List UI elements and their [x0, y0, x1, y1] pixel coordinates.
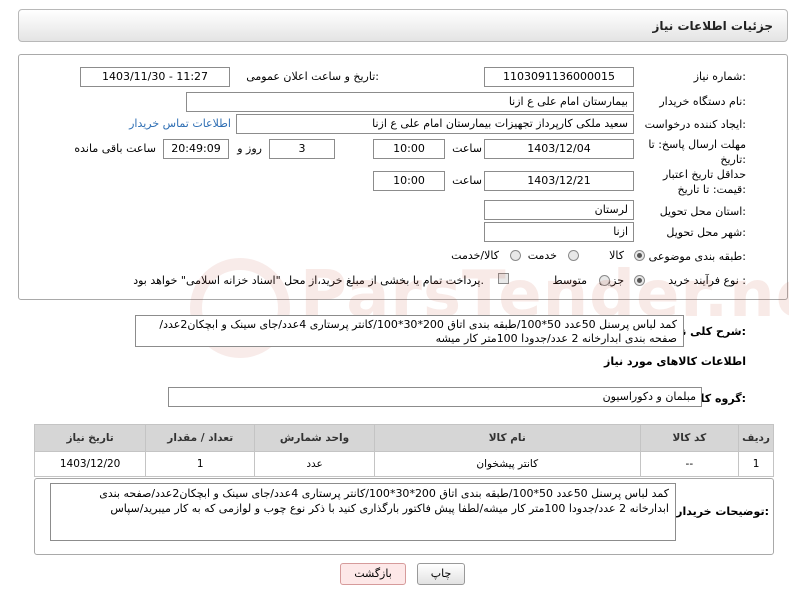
category-goods-service-radio[interactable] [510, 250, 521, 261]
page-header: جزئیات اطلاعات نیاز [18, 9, 788, 42]
cell-qty: 1 [145, 451, 256, 477]
process-minor-radio[interactable] [634, 275, 645, 286]
buyer-contact-link[interactable]: اطلاعات تماس خریدار [129, 117, 231, 130]
cell-code: -- [639, 451, 740, 477]
announce-date-label: تاریخ و ساعت اعلان عمومی: [246, 70, 379, 83]
col-qty-header: تعداد / مقدار [145, 424, 256, 452]
category-label: طبقه بندی موضوعی: [648, 250, 746, 263]
price-time-field: 10:00 [373, 171, 445, 191]
col-unit-header: واحد شمارش [254, 424, 375, 452]
col-row-header: ردیف [738, 424, 774, 452]
price-time-label: ساعت [452, 174, 482, 187]
buyer-org-field: بیمارستان امام علی ع ازنا [186, 92, 634, 112]
reply-date-field: 1403/12/04 [484, 139, 634, 159]
city-label: شهر محل تحویل: [666, 226, 746, 239]
back-button[interactable]: بازگشت [340, 563, 406, 585]
goods-table: ردیف کد کالا نام کالا واحد شمارش تعداد /… [33, 424, 774, 477]
creator-label: ایجاد کننده درخواست: [644, 118, 746, 131]
goods-group-field: مبلمان و دکوراسیون [168, 387, 702, 407]
category-goods-service-label: کالا/خدمت [451, 249, 499, 262]
cell-row: 1 [738, 451, 774, 477]
buyer-org-label: نام دستگاه خریدار: [659, 95, 746, 108]
reply-deadline-label: مهلت ارسال پاسخ: تا تاریخ: [648, 138, 746, 166]
price-date-field: 1403/12/21 [484, 171, 634, 191]
process-medium-label: متوسط [552, 274, 587, 287]
page-title: جزئیات اطلاعات نیاز [652, 19, 773, 33]
reply-time-label: ساعت [452, 142, 482, 155]
treasury-payment-note: پرداخت تمام یا بخشی از مبلغ خرید،از محل … [133, 274, 484, 287]
creator-field: سعید ملکی کارپرداز تجهیزات بیمارستان اما… [236, 114, 634, 134]
category-service-radio[interactable] [568, 250, 579, 261]
goods-info-title: اطلاعات کالاهای مورد نیاز [604, 355, 746, 368]
cell-date: 1403/12/20 [33, 451, 147, 477]
process-type-label: نوع فرآیند خرید : [668, 274, 746, 287]
col-date-header: تاریخ نیاز [33, 424, 147, 452]
print-button[interactable]: چاپ [417, 563, 465, 585]
buyer-notes-label: توضیحات خریدار: [676, 505, 769, 518]
col-name-header: نام کالا [373, 424, 641, 452]
category-service-label: خدمت [527, 249, 557, 262]
remaining-time-label: ساعت باقی مانده [74, 142, 156, 155]
buyer-notes-textarea[interactable]: کمد لباس پرسنل 50عدد 50*100/طبقه بندی ات… [50, 483, 676, 541]
days-label: روز و [237, 142, 262, 155]
remaining-time-field: 20:49:09 [163, 139, 229, 159]
province-label: استان محل تحویل: [659, 205, 746, 218]
process-medium-radio[interactable] [599, 275, 610, 286]
need-number-field: 1103091136000015 [484, 67, 634, 87]
city-field: ازنا [484, 222, 634, 242]
cell-name: کانتر پیشخوان [373, 451, 641, 477]
need-number-label: شماره نیاز: [693, 70, 746, 83]
province-field: لرستان [484, 200, 634, 220]
announce-date-field: 1403/11/30 - 11:27 [80, 67, 230, 87]
reply-time-field: 10:00 [373, 139, 445, 159]
category-goods-radio[interactable] [634, 250, 645, 261]
price-validity-label: حداقل تاریخ اعتبار قیمت: تا تاریخ: [662, 168, 746, 196]
cell-unit: عدد [254, 451, 375, 477]
description-textarea[interactable]: کمد لباس پرسنل 50عدد 50*100/طبقه بندی ات… [135, 315, 684, 347]
treasury-payment-checkbox[interactable] [498, 273, 509, 284]
col-code-header: کد کالا [639, 424, 740, 452]
table-row: 1 -- کانتر پیشخوان عدد 1 1403/12/20 [33, 451, 774, 477]
category-goods-label: کالا [609, 249, 624, 262]
remaining-days-field: 3 [269, 139, 335, 159]
